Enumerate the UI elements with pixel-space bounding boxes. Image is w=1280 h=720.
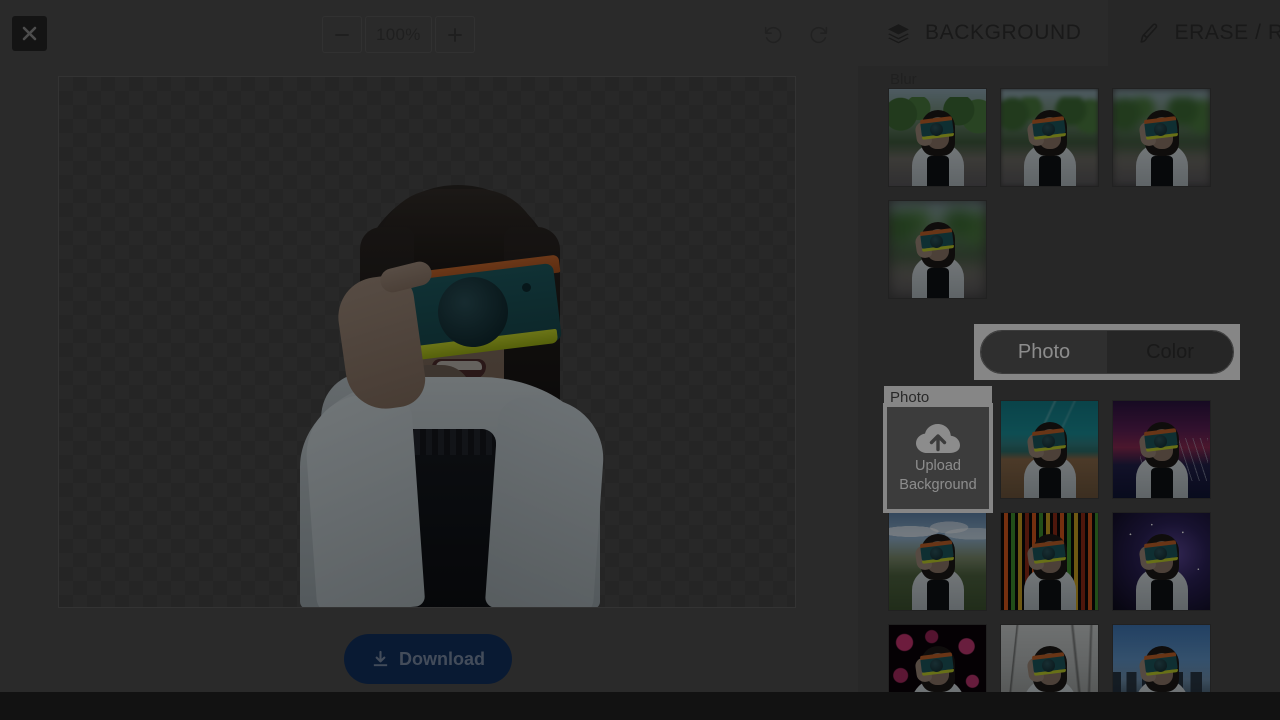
- tab-erase-restore[interactable]: ERASE / REST: [1108, 0, 1280, 66]
- background-thumbnail-bokeh[interactable]: [888, 624, 987, 692]
- tab-background[interactable]: BACKGROUND: [858, 0, 1108, 66]
- cutout-subject: [192, 77, 662, 607]
- photo-section-label: Photo: [890, 389, 930, 406]
- download-button[interactable]: Download: [344, 634, 512, 684]
- plus-icon: [447, 27, 462, 42]
- background-thumbnail-beach[interactable]: [1000, 400, 1099, 499]
- blur-thumbnail-3[interactable]: [888, 200, 987, 299]
- right-panel: BACKGROUND ERASE / REST Blur: [858, 0, 1280, 692]
- panel-tabs: BACKGROUND ERASE / REST: [858, 0, 1280, 66]
- mode-toggle-focus-ring: Photo Color: [974, 324, 1240, 380]
- cloud-upload-icon: [916, 424, 960, 453]
- download-label: Download: [399, 648, 485, 669]
- layers-icon: [888, 23, 909, 43]
- zoom-controls: 100%: [322, 16, 475, 53]
- background-thumbnail-stripes[interactable]: [1000, 512, 1099, 611]
- zoom-out-button[interactable]: [322, 16, 362, 53]
- tab-erase-restore-label: ERASE / REST: [1174, 21, 1280, 44]
- upload-background-button[interactable]: Upload Background: [883, 403, 993, 513]
- subject-sleeve-left: [302, 391, 426, 607]
- background-thumbnail-field[interactable]: [888, 512, 987, 611]
- undo-icon: [764, 26, 782, 43]
- close-icon: [22, 26, 37, 41]
- close-button[interactable]: [12, 16, 47, 51]
- download-icon: [373, 650, 388, 666]
- tab-background-label: BACKGROUND: [925, 21, 1082, 44]
- upload-line2: Background: [899, 477, 977, 493]
- redo-icon: [810, 26, 828, 43]
- background-thumbnail-city-sunset[interactable]: [1112, 400, 1211, 499]
- mode-option-photo[interactable]: Photo: [981, 331, 1107, 373]
- editor-toolbar: 100%: [0, 0, 858, 68]
- background-thumbnail-galaxy[interactable]: [1112, 512, 1211, 611]
- zoom-in-button[interactable]: [434, 16, 475, 53]
- mode-toggle: Photo Color: [980, 330, 1234, 374]
- subject-sleeve-right: [484, 395, 608, 607]
- blur-section-label: Blur: [890, 71, 917, 88]
- blur-thumbnail-1[interactable]: [1000, 88, 1099, 187]
- blur-thumbnail-0[interactable]: [888, 88, 987, 187]
- editor-pane: 100% Download: [0, 0, 858, 692]
- background-remover-app: 100% Download BACKGROUND ERASE / R Blur …: [0, 0, 1280, 720]
- camera-dot: [522, 283, 531, 292]
- undo-button[interactable]: [754, 16, 792, 53]
- image-canvas[interactable]: [58, 76, 796, 608]
- blur-thumbnail-2[interactable]: [1112, 88, 1211, 187]
- minus-icon: [335, 33, 349, 36]
- background-thumbnail-winter[interactable]: [1000, 624, 1099, 692]
- redo-button[interactable]: [800, 16, 838, 53]
- upload-line1: Upload: [915, 458, 961, 474]
- history-controls: [754, 16, 838, 53]
- mode-option-color[interactable]: Color: [1107, 331, 1233, 373]
- zoom-level-value[interactable]: 100%: [365, 16, 432, 53]
- background-thumbnail-city-blue[interactable]: [1112, 624, 1211, 692]
- brush-icon: [1139, 22, 1157, 43]
- bottom-bar: [0, 692, 1280, 720]
- blur-thumbnail-grid: [888, 88, 1238, 299]
- panel-body: Blur Photo Color Photo Upload Background: [858, 66, 1280, 692]
